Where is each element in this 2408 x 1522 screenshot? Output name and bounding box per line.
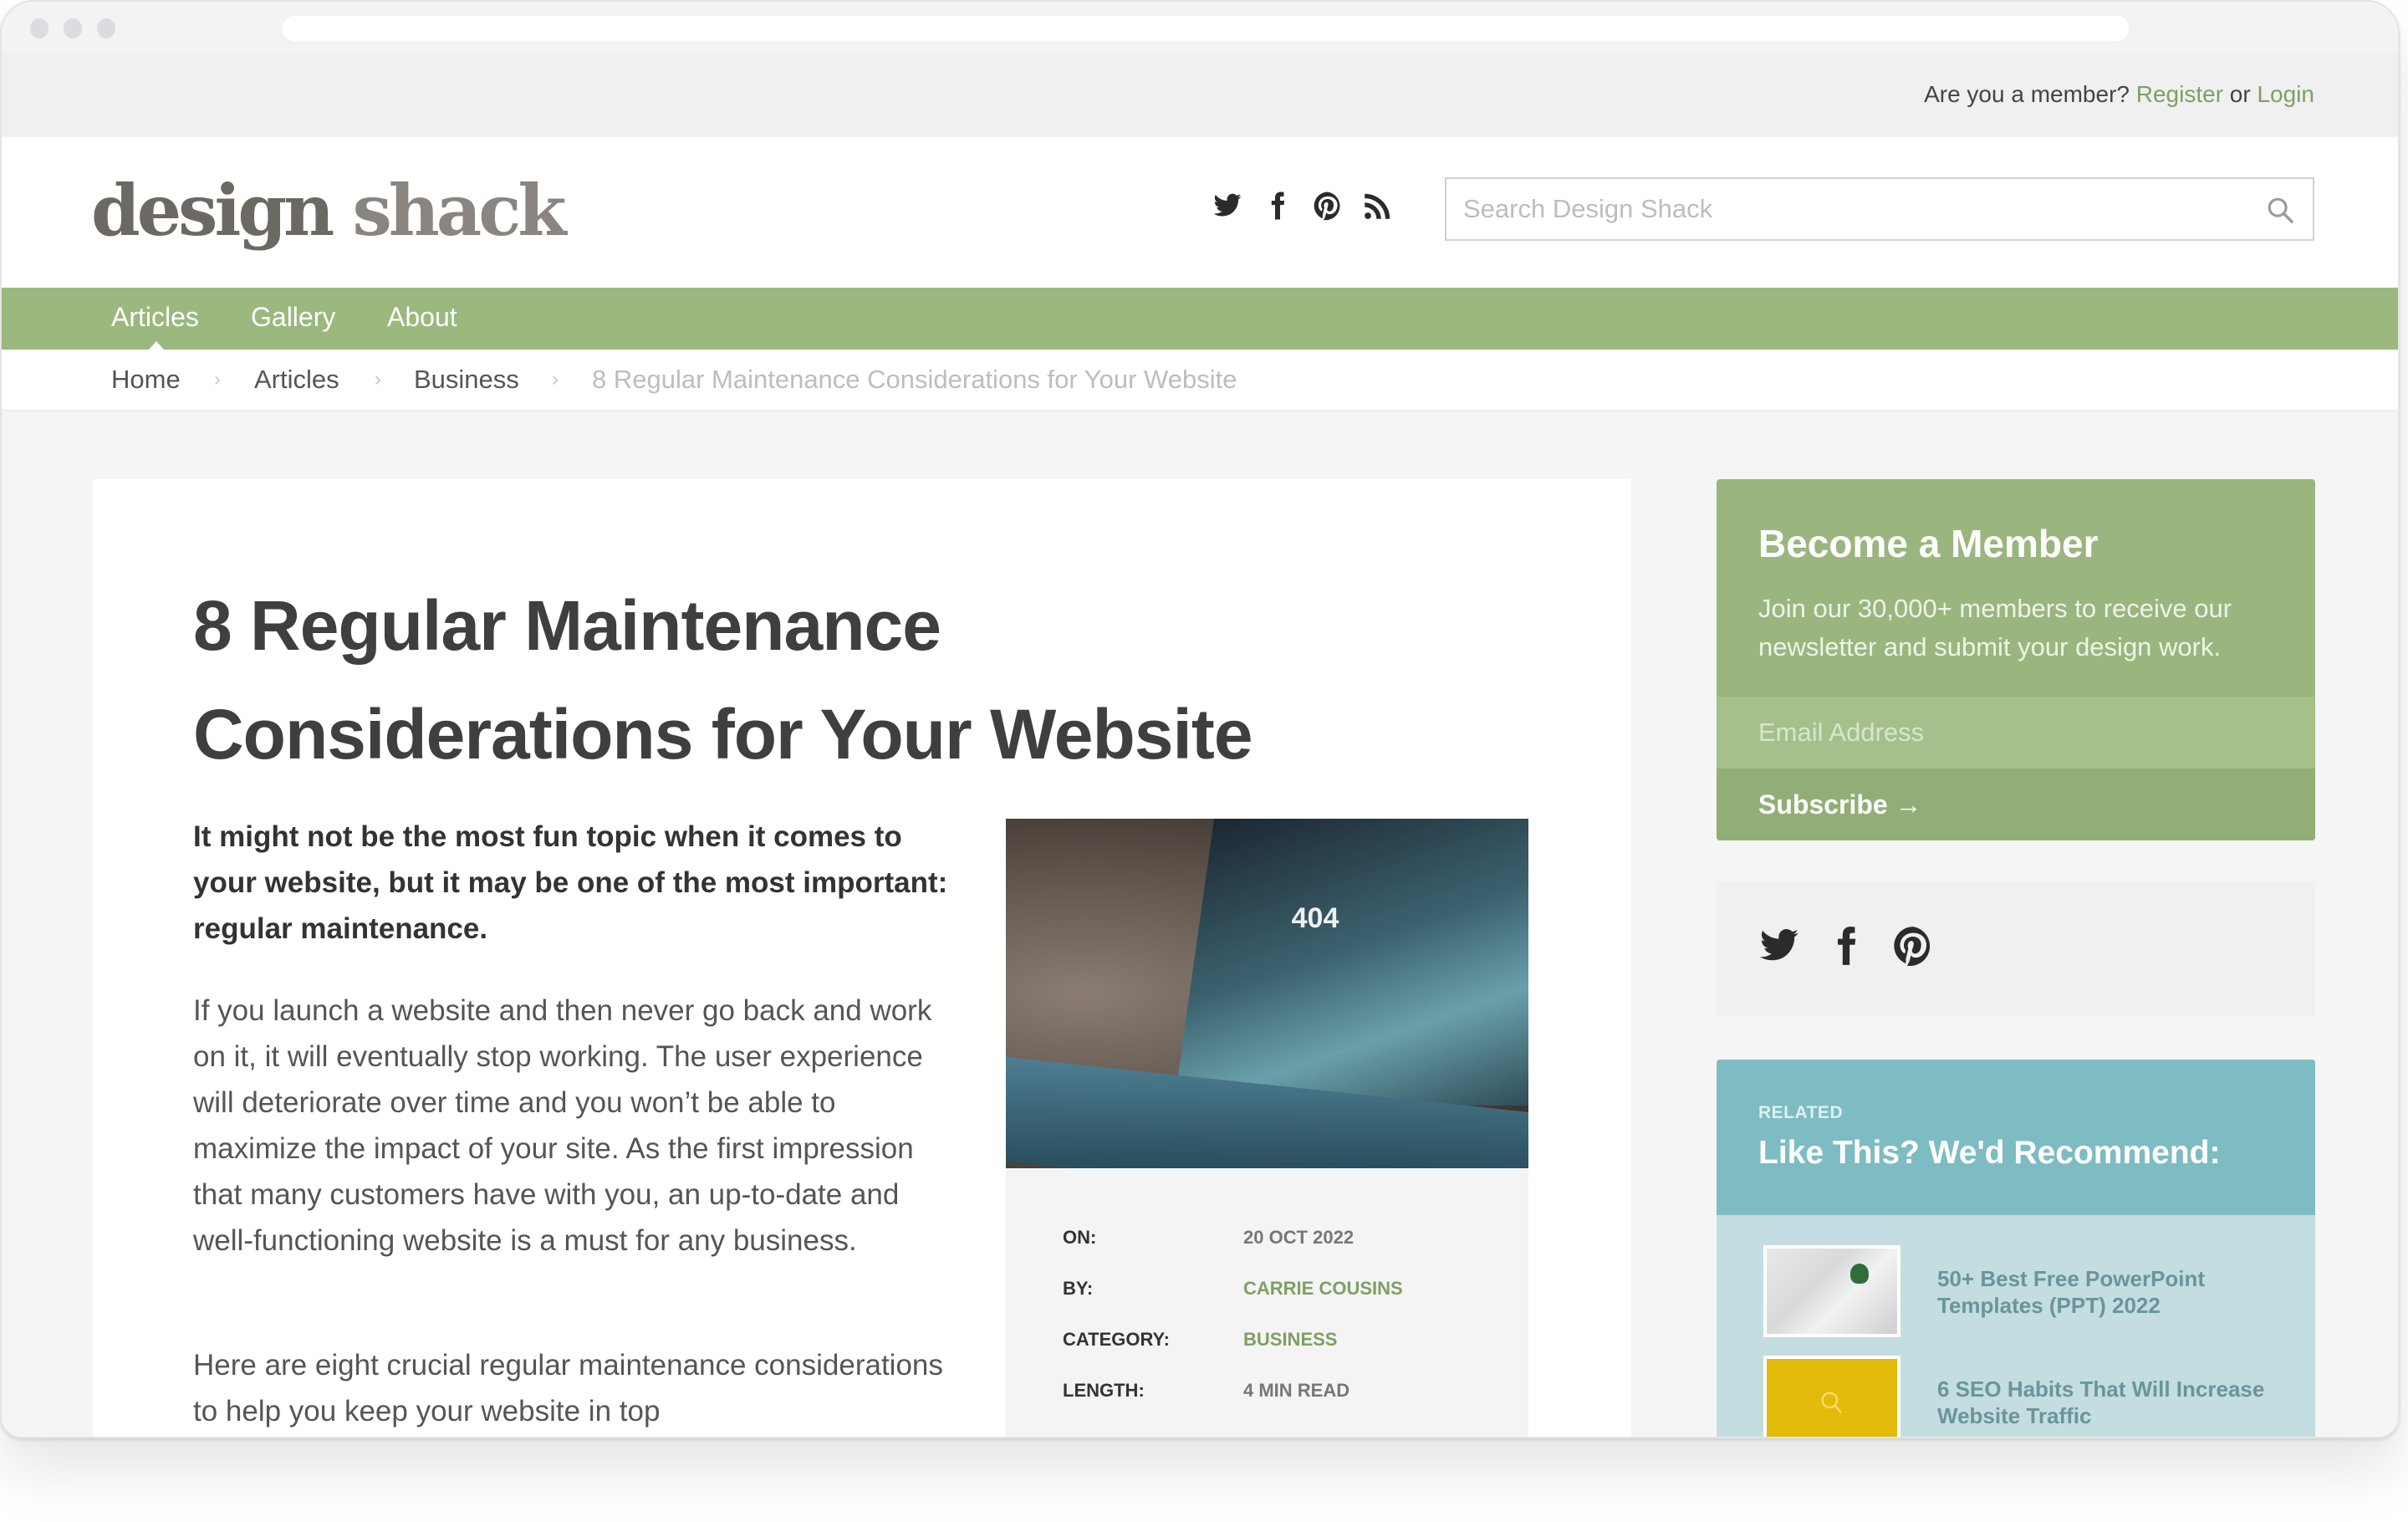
nav-item-about[interactable]: About [387, 302, 457, 333]
related-item-title: 6 SEO Habits That Will Increase Website … [1937, 1376, 2265, 1428]
site-header: design shack [2, 137, 2398, 288]
logo-design: design [91, 169, 334, 252]
article-lead: It might not be the most fun topic when … [193, 820, 948, 945]
window-close-button[interactable] [30, 18, 48, 38]
login-link[interactable]: Login [2257, 81, 2314, 107]
membership-widget: Become a Member Join our 30,000+ members… [1717, 479, 2315, 840]
breadcrumb-home[interactable]: Home [111, 365, 181, 395]
meta-label: CATEGORY: [1063, 1329, 1170, 1350]
membership-text: Join our 30,000+ members to receive our … [1758, 594, 2232, 661]
related-header: RELATED Like This? We'd Recommend: [1717, 1060, 2315, 1215]
related-widget: RELATED Like This? We'd Recommend: 50+ B… [1717, 1060, 2315, 1437]
meta-category-link[interactable]: BUSINESS [1243, 1329, 1337, 1351]
article-paragraph: Here are eight crucial regular maintenan… [193, 1349, 943, 1428]
browser-chrome [2, 2, 2398, 52]
twitter-icon[interactable] [1212, 191, 1242, 225]
breadcrumb: Home › Articles › Business › 8 Regular M… [2, 350, 2398, 411]
membership-title: Become a Member [1758, 522, 2099, 565]
email-field[interactable] [1717, 697, 2315, 769]
breadcrumb-separator: › [375, 368, 381, 391]
article-title-line1: 8 Regular Maintenance [193, 586, 941, 665]
member-bar: Are you a member? Register or Login [2, 52, 2398, 137]
member-prompt: Are you a member? Register or Login [1924, 81, 2314, 108]
site-logo[interactable]: design shack [91, 169, 567, 252]
facebook-icon[interactable] [1263, 191, 1293, 225]
facebook-icon[interactable] [1825, 924, 1867, 972]
meta-label: BY: [1063, 1278, 1094, 1299]
related-thumbnail [1763, 1356, 1900, 1437]
article-meta: ON: 20 OCT 2022 BY: CARRIE COUSINS CATEG… [1006, 1168, 1528, 1437]
image-404-text: 404 [1291, 902, 1339, 934]
magnifier-icon [1821, 1392, 1842, 1413]
related-item-title: 50+ Best Free PowerPoint Templates (PPT)… [1937, 1266, 2206, 1318]
pinterest-icon[interactable] [1892, 924, 1934, 972]
nav-item-gallery[interactable]: Gallery [251, 302, 335, 333]
breadcrumb-current: 8 Regular Maintenance Considerations for… [592, 365, 1237, 394]
window-maximize-button[interactable] [97, 18, 115, 38]
article-paragraph: If you launch a website and then never g… [193, 994, 932, 1257]
meta-author-link[interactable]: CARRIE COUSINS [1243, 1278, 1403, 1300]
meta-label: LENGTH: [1063, 1380, 1145, 1401]
address-bar[interactable] [283, 16, 2129, 41]
pinterest-icon[interactable] [1313, 191, 1343, 225]
meta-length: 4 MIN READ [1243, 1380, 1350, 1401]
main-nav: Articles Gallery About [2, 288, 2398, 350]
breadcrumb-articles[interactable]: Articles [254, 365, 339, 395]
twitter-icon[interactable] [1758, 924, 1800, 972]
laptop-screen [1173, 819, 1528, 1106]
nav-item-articles[interactable]: Articles [111, 302, 199, 333]
breadcrumb-separator: › [552, 368, 559, 391]
related-thumbnail [1763, 1245, 1900, 1337]
rss-icon[interactable] [1363, 191, 1393, 225]
search-box [1445, 177, 2314, 241]
or-text: or [2229, 81, 2251, 107]
related-kicker: RELATED [1758, 1103, 1844, 1122]
article-title: 8 Regular Maintenance Considerations for… [193, 571, 1481, 789]
meta-label: ON: [1063, 1227, 1097, 1248]
header-social-links [1212, 191, 1393, 225]
browser-window: Are you a member? Register or Login desi… [0, 0, 2400, 1438]
article-title-line2: Considerations for Your Website [193, 695, 1253, 774]
window-minimize-button[interactable] [64, 18, 82, 38]
sidebar-social-widget [1717, 882, 2315, 1016]
breadcrumb-business[interactable]: Business [414, 365, 519, 395]
related-item[interactable]: 50+ Best Free PowerPoint Templates (PPT)… [1763, 1245, 2282, 1337]
register-link[interactable]: Register [2136, 81, 2223, 107]
active-nav-indicator [149, 341, 164, 350]
article-featured-image: 404 [1006, 819, 1528, 1168]
related-item[interactable]: 6 SEO Habits That Will Increase Website … [1763, 1356, 2282, 1437]
breadcrumb-separator: › [214, 368, 221, 391]
related-title: Like This? We'd Recommend: [1758, 1135, 2221, 1171]
search-icon[interactable] [2266, 196, 2294, 224]
article-card: 8 Regular Maintenance Considerations for… [93, 479, 1631, 1437]
member-prompt-text: Are you a member? [1924, 81, 2130, 107]
meta-date: 20 OCT 2022 [1243, 1227, 1354, 1248]
search-input[interactable] [1463, 179, 2249, 239]
logo-shack: shack [352, 169, 566, 252]
plant-graphic [1850, 1264, 1869, 1284]
subscribe-button[interactable]: Subscribe → [1717, 769, 2315, 840]
